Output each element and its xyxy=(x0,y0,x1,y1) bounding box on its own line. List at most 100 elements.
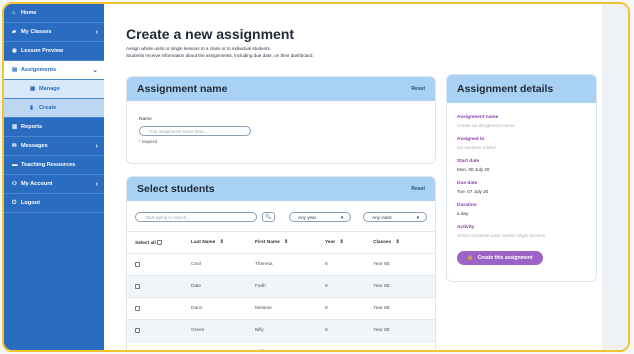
sort-icon[interactable]: ⇕ xyxy=(339,240,343,245)
class-select-value: Any class xyxy=(372,214,392,220)
detail-label: Duration xyxy=(457,203,477,208)
year-select[interactable]: Any year ▼ xyxy=(289,212,351,222)
column-header-label: First Name xyxy=(255,240,280,245)
table-header-row: Select all Last Name ⇕ First Name ⇕ Year… xyxy=(127,231,435,254)
sidebar-item-label: My Classes xyxy=(21,29,52,35)
detail-value: No students added xyxy=(457,145,496,150)
classes-header[interactable]: Classes ⇕ xyxy=(365,231,435,254)
create-button-label: Create this assignment xyxy=(477,255,533,261)
select-all-header[interactable]: Select all xyxy=(127,231,183,254)
row-checkbox[interactable] xyxy=(135,349,140,350)
detail-value: Tue. 07 July 20 xyxy=(457,189,489,194)
home-icon: ⌂ xyxy=(12,10,16,16)
detail-value: Create an assignment name xyxy=(457,123,515,128)
list-icon: ▦ xyxy=(30,86,36,92)
chevron-right-icon: › xyxy=(95,28,98,36)
assignment-name-input[interactable]: Your assignment name here... xyxy=(139,126,251,136)
card-header: Select students Reset xyxy=(127,177,435,201)
card-header: Assignment name Reset xyxy=(127,77,435,101)
chevron-right-icon: › xyxy=(95,180,98,188)
last-name-cell: Dano xyxy=(183,297,247,320)
select-all-checkbox[interactable] xyxy=(157,239,163,245)
main-content: Create a new assignment Assign whole uni… xyxy=(104,4,602,350)
sort-icon[interactable]: ⇕ xyxy=(220,240,224,245)
column-header-label: Year xyxy=(325,240,336,245)
sidebar: ⌂ Home ▰ My Classes › ◉ Lesson Preview ▤… xyxy=(4,4,104,350)
first-name-header[interactable]: First Name ⇕ xyxy=(247,231,317,254)
detail-value: Select complete units and/or single less… xyxy=(457,233,546,238)
row-checkbox[interactable] xyxy=(135,327,140,333)
sort-icon[interactable]: ⇕ xyxy=(395,240,399,245)
sidebar-item-logout[interactable]: ⏻ Logout xyxy=(4,194,104,213)
card-header: Assignment details xyxy=(447,75,596,103)
sidebar-item-lesson-preview[interactable]: ◉ Lesson Preview xyxy=(4,42,104,61)
chart-icon: ▥ xyxy=(12,124,18,130)
sidebar-item-teaching-resources[interactable]: ▬ Teaching Resources xyxy=(4,156,104,175)
chevron-right-icon: › xyxy=(95,142,98,150)
column-header-label: Select all xyxy=(135,240,156,246)
first-name-cell: Melanie xyxy=(247,297,317,320)
first-name-cell: Faith xyxy=(247,275,317,298)
reset-button[interactable]: Reset xyxy=(411,86,425,92)
year-cell: 8 xyxy=(317,319,365,342)
row-checkbox[interactable] xyxy=(135,261,140,267)
student-search-input[interactable]: Start typing to search... xyxy=(135,212,257,222)
year-cell: 8 xyxy=(317,341,365,350)
table-row[interactable]: Green Billy 8 Year 8E xyxy=(127,319,435,342)
create-assignment-button[interactable]: 🔒 Create this assignment xyxy=(457,251,543,265)
sidebar-item-messages[interactable]: ✉ Messages › xyxy=(4,137,104,156)
sidebar-nav: ⌂ Home ▰ My Classes › ◉ Lesson Preview ▤… xyxy=(4,4,104,213)
first-name-cell: Theresa xyxy=(247,253,317,276)
class-cell: Year 8E xyxy=(365,341,435,350)
background-strip xyxy=(600,4,628,350)
sort-icon[interactable]: ⇕ xyxy=(284,240,288,245)
sidebar-item-label: Logout xyxy=(21,200,40,206)
sidebar-item-label: Assignments xyxy=(21,67,57,73)
search-button[interactable]: 🔍 xyxy=(262,212,275,222)
sidebar-subitem-manage[interactable]: ▦ Manage xyxy=(4,80,104,99)
name-label: Name xyxy=(139,117,152,122)
sidebar-item-label: Home xyxy=(21,10,37,16)
table-row[interactable]: Main William 8 Year 8E xyxy=(127,341,435,350)
table-row[interactable]: Dano Melanie 8 Year 8E xyxy=(127,297,435,320)
graduation-cap-icon: ▰ xyxy=(12,29,17,35)
sidebar-item-home[interactable]: ⌂ Home xyxy=(4,4,104,23)
magnifier-icon: 🔍 xyxy=(265,214,272,220)
detail-value: Mon. 06 July 20 xyxy=(457,167,490,172)
sidebar-item-label: Teaching Resources xyxy=(21,162,76,168)
year-cell: 8 xyxy=(317,253,365,276)
sidebar-item-reports[interactable]: ▥ Reports xyxy=(4,118,104,137)
reset-button[interactable]: Reset xyxy=(411,186,425,192)
power-icon: ⏻ xyxy=(12,199,17,206)
class-select[interactable]: Any class ▼ xyxy=(363,212,427,222)
students-table: Select all Last Name ⇕ First Name ⇕ Year… xyxy=(127,231,435,350)
sidebar-item-label: Create xyxy=(39,105,57,111)
sidebar-subitem-create[interactable]: ▮ Create xyxy=(4,99,104,118)
year-cell: 8 xyxy=(317,275,365,298)
lock-icon: 🔒 xyxy=(467,255,474,261)
page-subtitle: Assign whole units or single lessons to … xyxy=(126,46,314,59)
sidebar-item-my-classes[interactable]: ▰ My Classes › xyxy=(4,23,104,42)
table-row[interactable]: Dale Faith 8 Year 8E xyxy=(127,275,435,298)
sidebar-item-assignments[interactable]: ▤ Assignments ⌄ xyxy=(4,61,104,80)
detail-label: Due date xyxy=(457,181,478,186)
chevron-down-icon: ▼ xyxy=(415,214,420,220)
year-cell: 8 xyxy=(317,297,365,320)
detail-value: a day xyxy=(457,211,469,216)
select-students-card: Select students Reset Start typing to se… xyxy=(126,176,436,350)
first-name-cell: Billy xyxy=(247,319,317,342)
sidebar-item-label: Manage xyxy=(39,86,60,92)
detail-label: Activity xyxy=(457,225,475,230)
detail-label: Start date xyxy=(457,159,480,164)
row-checkbox[interactable] xyxy=(135,305,140,311)
sidebar-item-my-account[interactable]: ⚇ My Account › xyxy=(4,175,104,194)
class-cell: Year 8E xyxy=(365,253,435,276)
row-checkbox[interactable] xyxy=(135,283,140,289)
year-header[interactable]: Year ⇕ xyxy=(317,231,365,254)
assignment-details-card: Assignment details Assignment name Creat… xyxy=(446,74,597,282)
document-icon: ▮ xyxy=(30,105,34,111)
class-cell: Year 8E xyxy=(365,319,435,342)
table-row[interactable]: Cool Theresa 8 Year 8E xyxy=(127,253,435,276)
sidebar-item-label: My Account xyxy=(21,181,53,187)
last-name-header[interactable]: Last Name ⇕ xyxy=(183,231,247,254)
